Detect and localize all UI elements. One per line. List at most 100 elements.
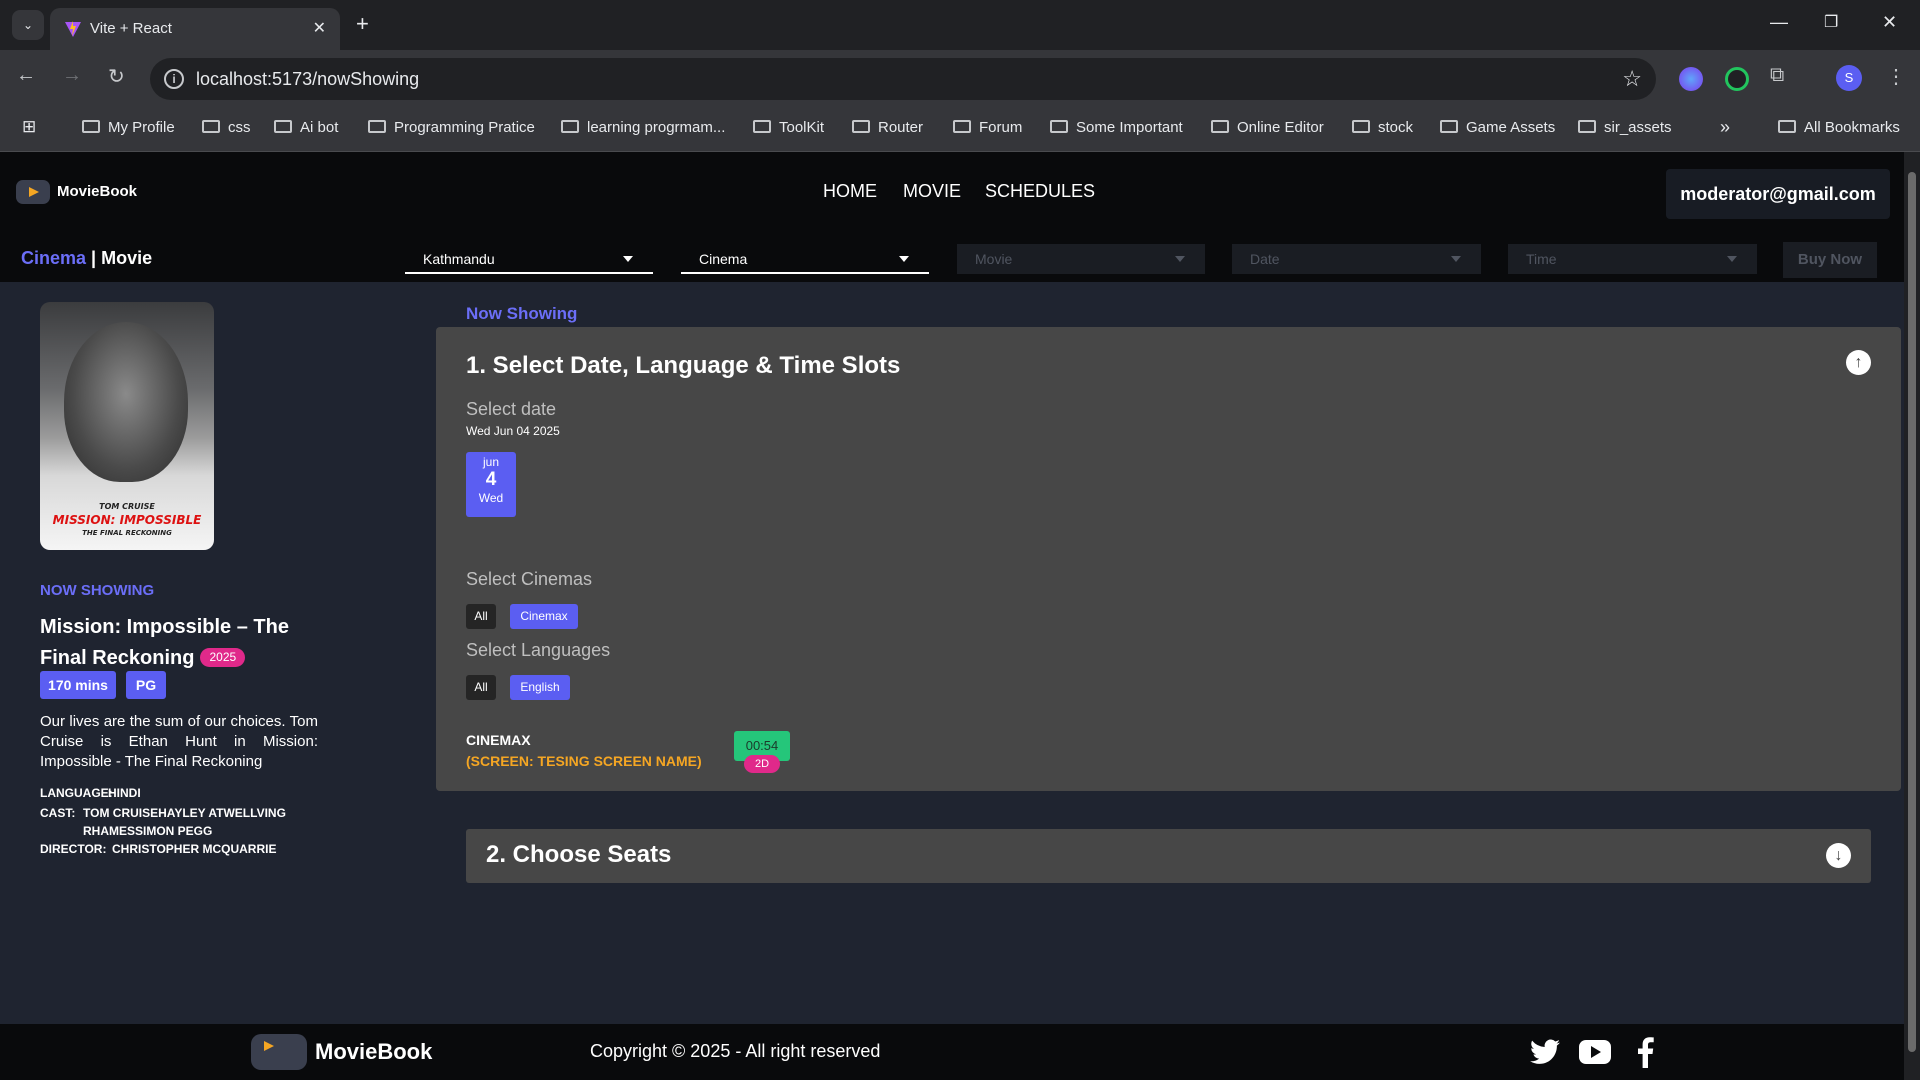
bookmark-folder[interactable]: sir_assets [1578,119,1672,136]
close-tab-icon[interactable]: ✕ [313,18,326,38]
footer-logo-icon[interactable] [251,1034,307,1070]
cinema-select[interactable]: Cinema [681,244,929,274]
bookmark-label: stock [1378,119,1414,136]
select-cinemas-label: Select Cinemas [466,569,593,589]
youtube-icon[interactable] [1579,1040,1611,1064]
nav-movie[interactable]: MOVIE [903,181,961,202]
movie-select[interactable]: Movie [957,244,1205,274]
bookmark-label: Programming Pratice [394,119,535,136]
copyright-text: Copyright © 2025 - All right reserved [590,1041,881,1061]
browser-tabstrip: ⌄ Vite + React ✕ + — ❐ ✕ [0,0,1920,50]
bookmark-folder[interactable]: Some Important [1050,119,1183,136]
apps-grid-icon[interactable]: ⊞ [22,117,36,137]
step2-accordion[interactable]: 2. Choose Seats ↓ [466,829,1871,883]
bookmark-folder[interactable]: ToolKit [753,119,824,136]
scrollbar-thumb[interactable] [1908,172,1916,1052]
browser-menu-icon[interactable]: ⋮ [1886,64,1906,89]
bookmark-folder[interactable]: css [202,119,251,136]
step1-accordion: 1. Select Date, Language & Time Slots ↑ … [436,327,1901,791]
folder-icon [1211,120,1229,133]
address-bar[interactable]: i localhost:5173/nowShowing ☆ [150,58,1656,100]
more-bookmarks-icon[interactable]: » [1720,117,1730,138]
extensions-puzzle-icon[interactable]: ⧉ [1770,64,1784,87]
step1-title[interactable]: 1. Select Date, Language & Time Slots [466,352,900,380]
bookmark-label: Router [878,119,924,136]
cinema-chip-cinemax[interactable]: Cinemax [510,604,578,629]
user-account-button[interactable]: moderator@gmail.com [1666,169,1890,219]
extension-flame-icon[interactable] [1679,67,1703,91]
buy-now-button[interactable]: Buy Now [1783,242,1877,278]
select-languages-label: Select Languages [466,640,611,660]
new-tab-button[interactable]: + [356,11,369,37]
cinema-chip-all[interactable]: All [466,604,496,629]
language-chip-all[interactable]: All [466,675,496,700]
facebook-icon[interactable] [1636,1036,1654,1068]
folder-icon [561,120,579,133]
bookmark-label: learning progrmam... [587,119,726,136]
bookmark-label: Ai bot [300,119,339,136]
folder-icon [1050,120,1068,133]
cinema-toggle-label[interactable]: Cinema [21,248,86,268]
language-chip-english[interactable]: English [510,675,570,700]
director-key: DIRECTOR: [40,842,107,856]
bookmark-folder[interactable]: Ai bot [274,119,338,136]
all-bookmarks-folder[interactable]: All Bookmarks [1778,119,1900,136]
movie-toggle-label[interactable]: | Movie [91,248,152,268]
poster-title-text: MISSION: IMPOSSIBLE [52,513,202,527]
bookmark-folder[interactable]: Game Assets [1440,119,1555,136]
bookmark-label: Game Assets [1466,119,1556,136]
now-showing-heading: Now Showing [466,304,578,323]
movie-select-value: Movie [975,251,1013,267]
forward-icon[interactable]: → [62,64,82,87]
close-window-icon[interactable]: ✕ [1882,12,1897,33]
now-showing-status: NOW SHOWING [40,582,155,599]
bookmark-label: css [228,119,251,136]
vite-favicon-icon [65,21,81,37]
profile-avatar[interactable]: S [1836,65,1862,91]
bookmark-folder[interactable]: Forum [953,119,1022,136]
date-select[interactable]: Date [1232,244,1481,274]
site-info-icon[interactable]: i [164,69,184,89]
folder-icon [1352,120,1370,133]
tab-search-button[interactable]: ⌄ [12,10,44,40]
city-select[interactable]: Kathmandu [405,244,653,274]
folder-icon [202,120,220,133]
step2-title[interactable]: 2. Choose Seats [486,841,671,869]
movie-poster[interactable]: TOM CRUISE MISSION: IMPOSSIBLE THE FINAL… [40,302,214,550]
time-select[interactable]: Time [1508,244,1757,274]
bookmark-folder[interactable]: Programming Pratice [368,119,535,136]
collapse-arrow-up-icon[interactable]: ↑ [1846,350,1871,375]
poster-face-image [64,322,188,482]
minimize-icon[interactable]: — [1770,12,1788,33]
bookmark-folder[interactable]: learning progrmam... [561,119,725,136]
back-icon[interactable]: ← [16,64,36,87]
browser-tab[interactable]: Vite + React ✕ [50,8,340,50]
bookmark-folder[interactable]: stock [1352,119,1413,136]
folder-icon [1578,120,1596,133]
nav-home[interactable]: HOME [823,181,877,202]
bookmark-folder[interactable]: My Profile [82,119,175,136]
bookmark-star-icon[interactable]: ☆ [1622,66,1642,92]
folder-icon [953,120,971,133]
page-scrollbar[interactable] [1904,152,1920,1080]
screen-name: (SCREEN: TESING SCREEN NAME) [466,753,702,769]
footer-brand[interactable]: MovieBook [315,1039,432,1065]
director-value: CHRISTOPHER MCQUARRIE [112,842,277,856]
restore-icon[interactable]: ❐ [1824,12,1838,32]
date-card[interactable]: jun 4 Wed [466,452,516,517]
brand-name[interactable]: MovieBook [57,183,137,200]
url-text[interactable]: localhost:5173/nowShowing [196,69,419,90]
moviebook-logo-icon[interactable] [16,180,50,204]
cinema-movie-toggle: Cinema | Movie [21,248,152,269]
web-page: MovieBook HOME MOVIE SCHEDULES moderator… [0,152,1904,1080]
poster-subtitle-text: THE FINAL RECKONING [82,529,172,537]
folder-icon [1440,120,1458,133]
bookmark-folder[interactable]: Router [852,119,923,136]
nav-schedules[interactable]: SCHEDULES [985,181,1095,202]
reload-icon[interactable]: ↻ [108,64,125,89]
extension-target-icon[interactable] [1725,67,1749,91]
expand-arrow-down-icon[interactable]: ↓ [1826,843,1851,868]
bookmark-folder[interactable]: Online Editor [1211,119,1324,136]
twitter-icon[interactable] [1530,1039,1560,1065]
chevron-down-icon [1727,256,1737,262]
